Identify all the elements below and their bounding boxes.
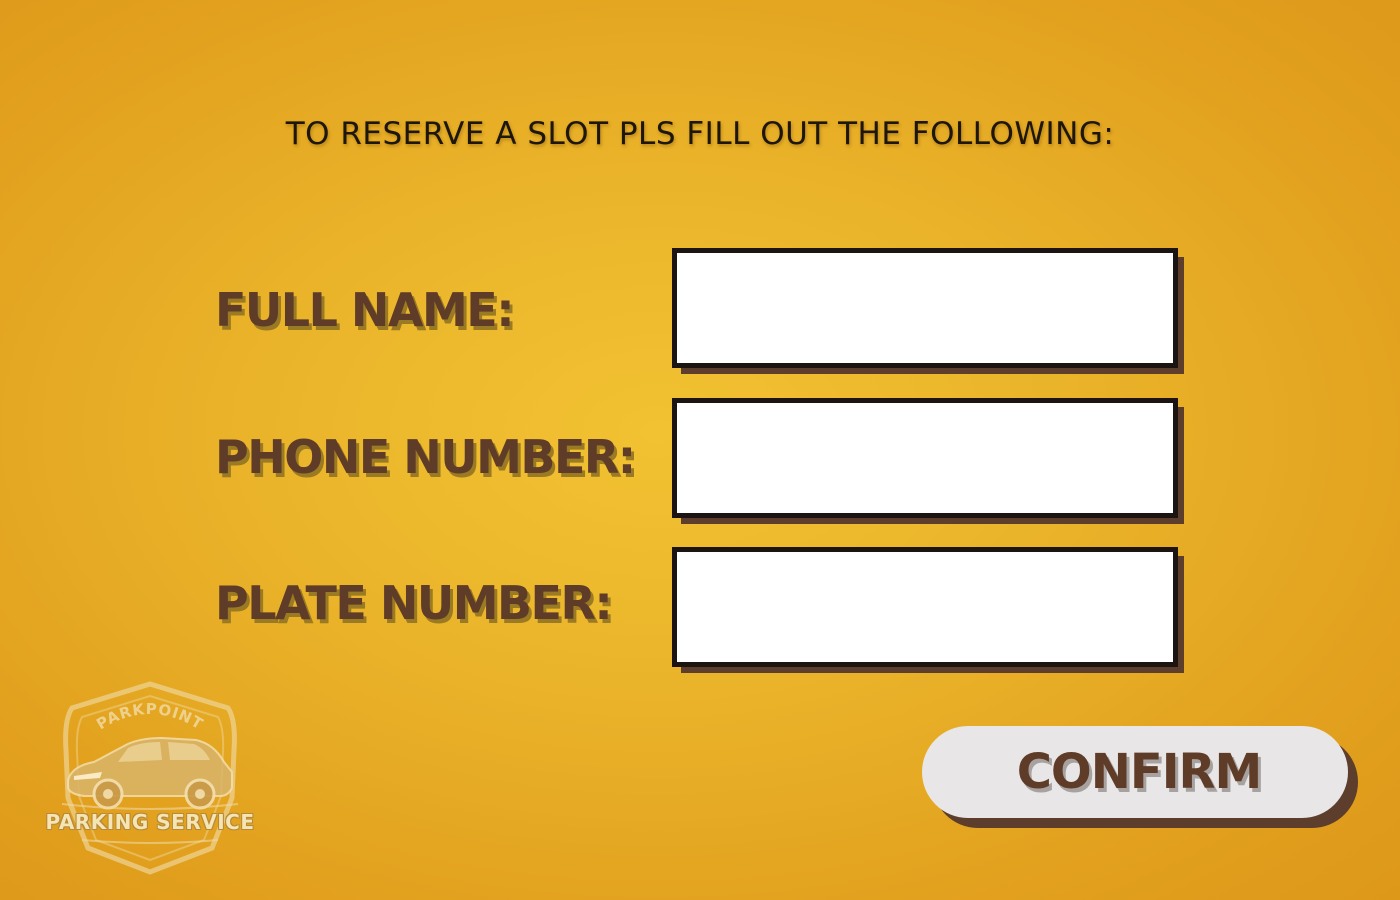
full-name-field-container bbox=[672, 248, 1184, 374]
page-heading: TO RESERVE A SLOT PLS FILL OUT THE FOLLO… bbox=[285, 116, 1115, 152]
phone-number-label: PHONE NUMBER: bbox=[215, 430, 636, 484]
parking-service-logo: PARKPOINT PARKING SERVICE bbox=[32, 680, 268, 876]
plate-number-field-container bbox=[672, 547, 1184, 673]
phone-number-input[interactable] bbox=[672, 398, 1178, 518]
plate-number-label: PLATE NUMBER: bbox=[215, 576, 613, 630]
confirm-button-container: CONFIRM bbox=[922, 726, 1360, 830]
confirm-button[interactable]: CONFIRM bbox=[922, 726, 1348, 818]
full-name-input[interactable] bbox=[672, 248, 1178, 368]
car-shield-icon: PARKPOINT bbox=[61, 681, 239, 875]
full-name-label: FULL NAME: bbox=[215, 283, 515, 337]
logo-brand-text: PARKPOINT bbox=[93, 700, 206, 733]
logo-tagline: PARKING SERVICE bbox=[45, 810, 255, 834]
plate-number-input[interactable] bbox=[672, 547, 1178, 667]
phone-number-field-container bbox=[672, 398, 1184, 524]
